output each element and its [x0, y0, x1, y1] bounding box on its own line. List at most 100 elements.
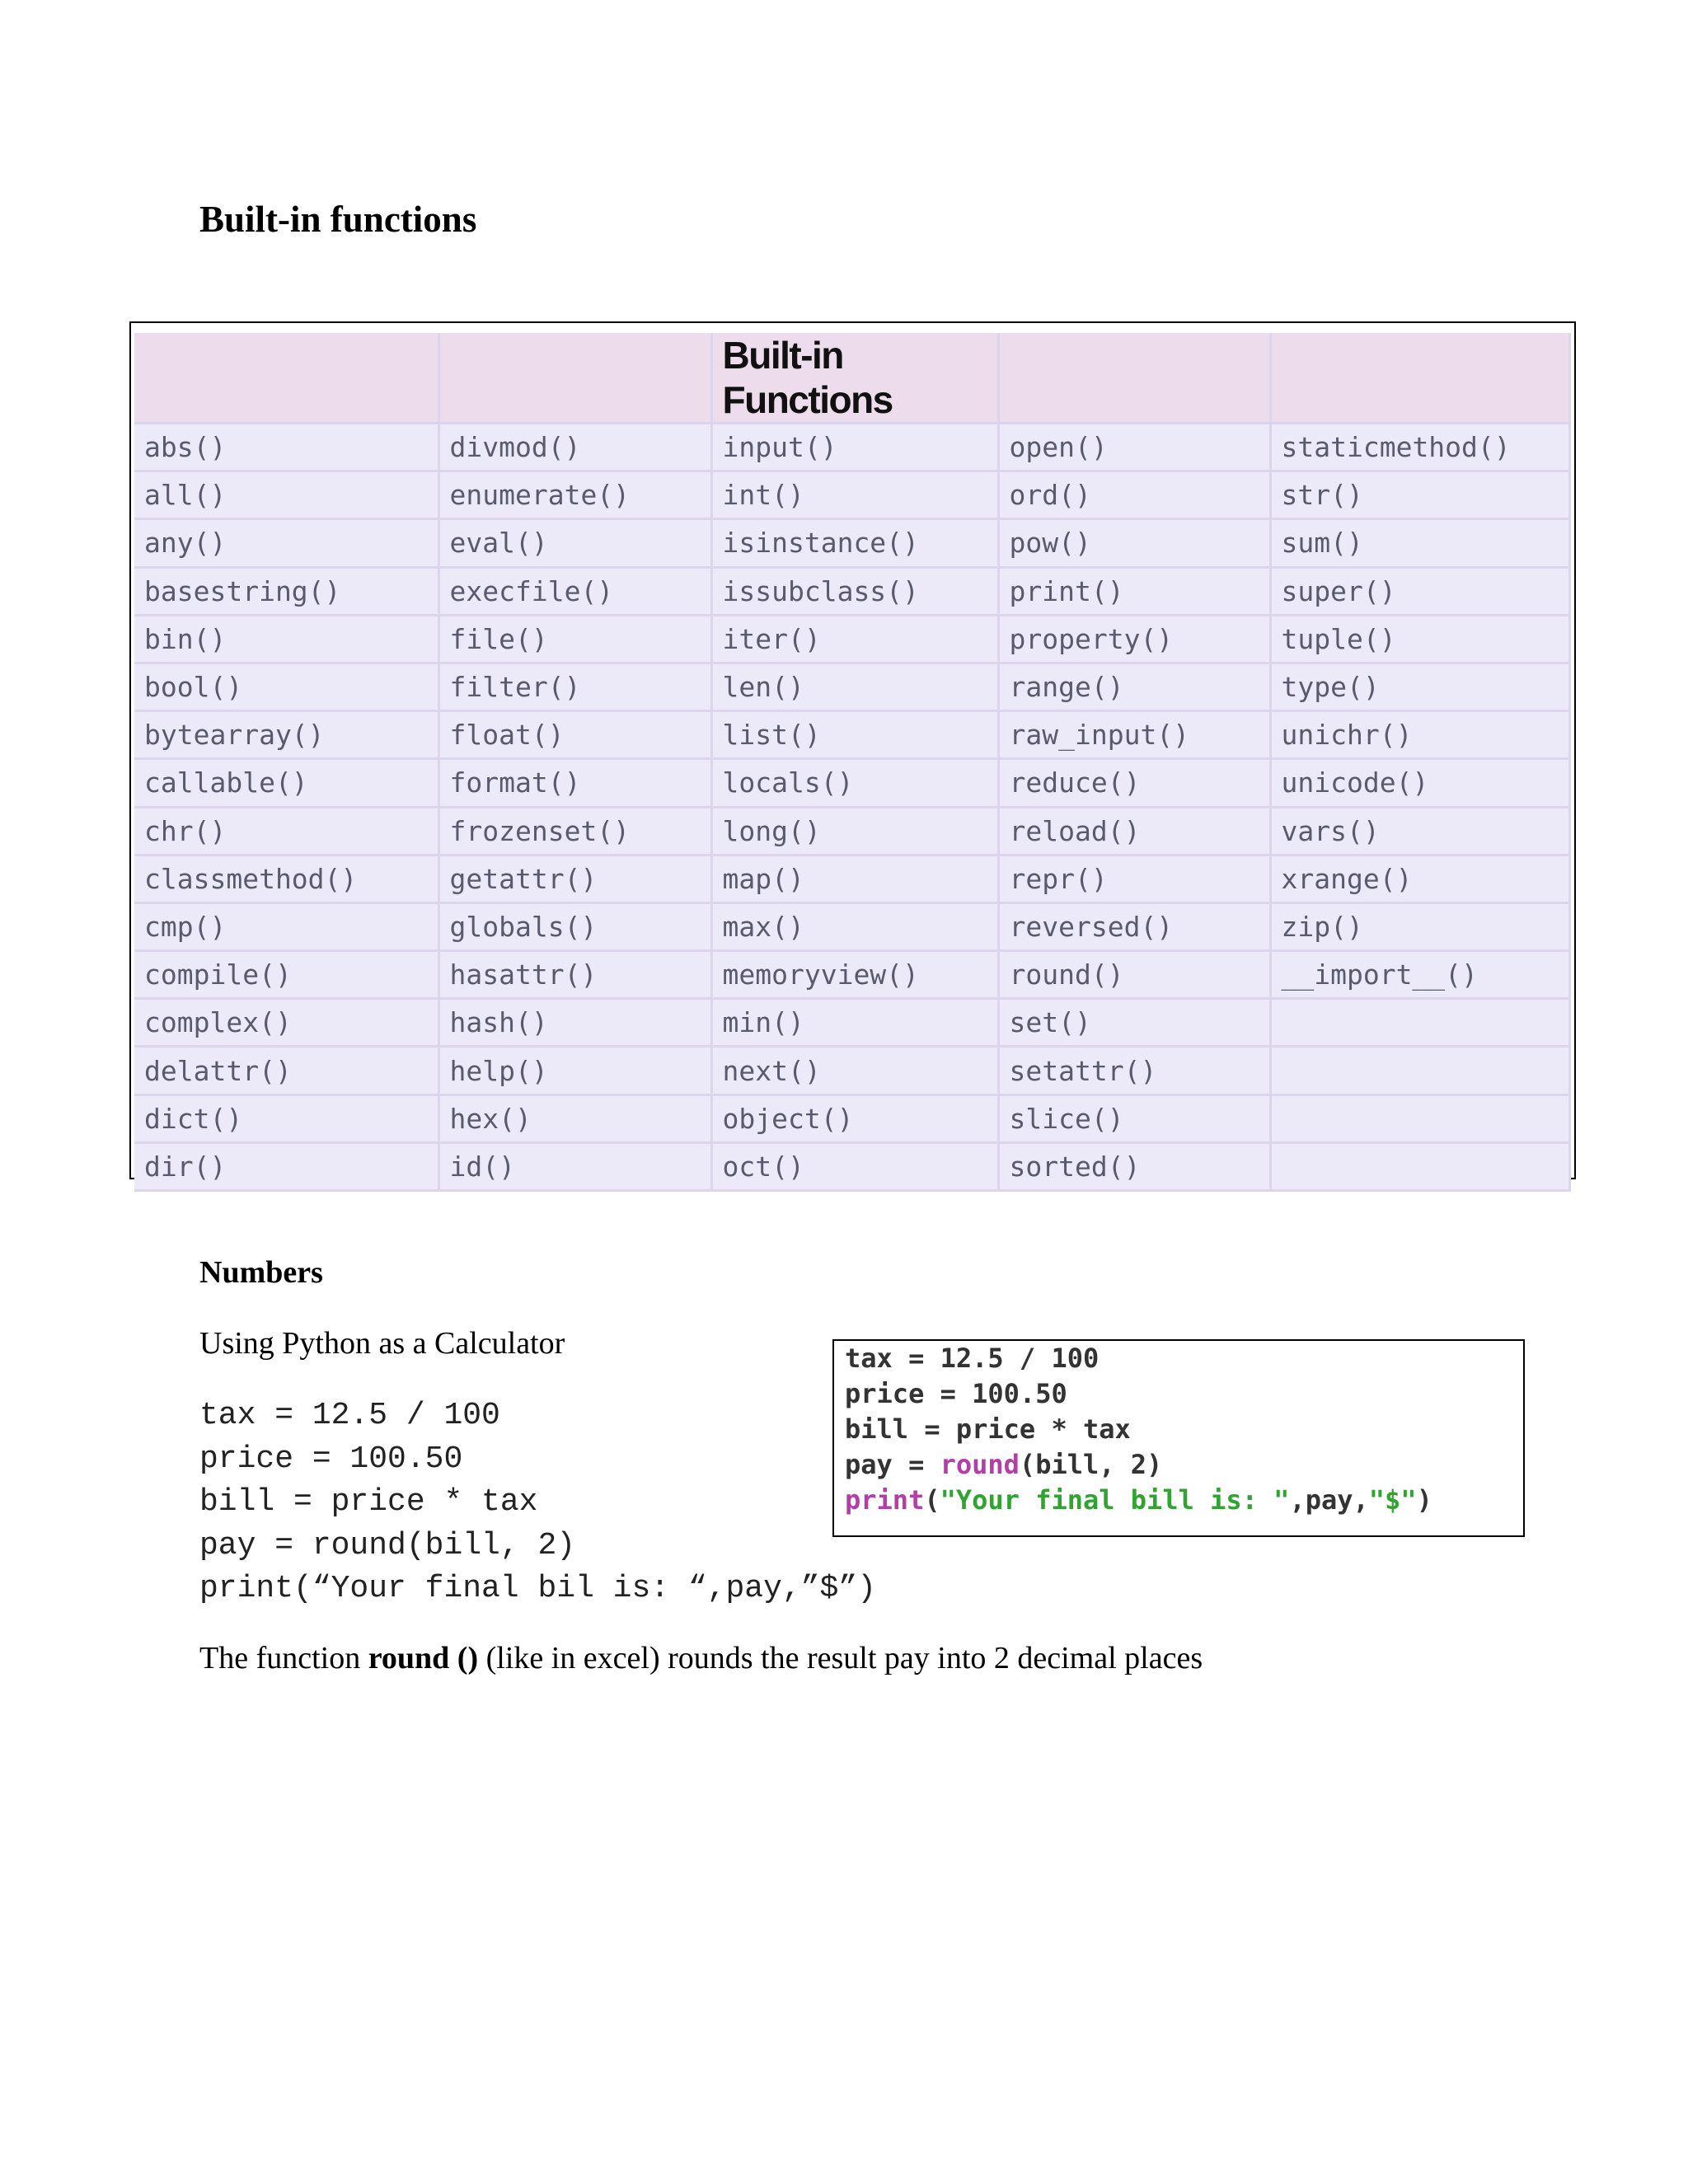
table-cell: reduce() — [998, 758, 1272, 808]
table-header-cell — [134, 333, 440, 424]
table-cell: file() — [438, 615, 713, 664]
table-cell: divmod() — [438, 423, 713, 473]
table-cell: oct() — [711, 1142, 1000, 1193]
table-row: callable() format() locals() reduce() unicod… — [134, 758, 1571, 808]
table-cell: range() — [998, 663, 1272, 713]
table-cell: xrange() — [1270, 855, 1571, 904]
table-cell: repr() — [998, 855, 1272, 904]
table-cell: slice() — [998, 1094, 1272, 1144]
table-row: cmp() globals() max() reversed() zip() — [134, 902, 1571, 953]
table-cell: unichr() — [1270, 710, 1571, 761]
table-cell: tuple() — [1270, 615, 1571, 664]
section-heading-builtin-functions: Built-in functions — [199, 199, 477, 240]
table-cell: enumerate() — [438, 471, 713, 521]
code-keyword: round — [940, 1449, 1020, 1480]
table-row: complex() hash() min() set() — [134, 998, 1571, 1048]
calculator-subtitle: Using Python as a Calculator — [199, 1326, 565, 1361]
table-cell: zip() — [1270, 902, 1571, 953]
table-cell: reload() — [998, 807, 1272, 856]
code-example: tax = 12.5 / 100 price = 100.50 bill = pri… — [199, 1394, 876, 1611]
table-cell: locals() — [711, 758, 1000, 808]
table-cell: unicode() — [1270, 758, 1571, 808]
table-cell: str() — [1270, 471, 1571, 521]
section-heading-numbers: Numbers — [199, 1255, 323, 1290]
table-row: basestring() execfile() issubclass() print(… — [134, 567, 1571, 616]
table-cell — [1270, 1094, 1571, 1144]
table-cell: delattr() — [134, 1046, 440, 1096]
table-header-row: Built-in Functions — [134, 333, 1571, 424]
table-cell: frozenset() — [438, 807, 713, 856]
table-cell: print() — [998, 567, 1272, 616]
code-line: tax = 12.5 / 100 — [199, 1398, 500, 1433]
code-keyword: print — [845, 1484, 925, 1516]
table-cell: bool() — [134, 663, 440, 713]
code-line: pay = round(bill, 2) — [199, 1527, 576, 1563]
table-cell: float() — [438, 710, 713, 761]
table-cell: bytearray() — [134, 710, 440, 761]
table-cell: reversed() — [998, 902, 1272, 953]
table-cell: globals() — [438, 902, 713, 953]
table-cell: bin() — [134, 615, 440, 664]
code-text: (bill, 2) — [1019, 1449, 1163, 1480]
table-cell: staticmethod() — [1270, 423, 1571, 473]
code-line: bill = price * tax — [199, 1484, 538, 1520]
table-row: bool() filter() len() range() type() — [134, 663, 1571, 713]
table-row: all() enumerate() int() ord() str() — [134, 471, 1571, 521]
code-line: print(“Your final bil is: “,pay,”$”) — [199, 1571, 876, 1606]
table-cell: setattr() — [998, 1046, 1272, 1096]
table-cell: hex() — [438, 1094, 713, 1144]
table-row: delattr() help() next() setattr() — [134, 1046, 1571, 1096]
table-cell: len() — [711, 663, 1000, 713]
table-cell: pow() — [998, 518, 1272, 569]
table-cell: help() — [438, 1046, 713, 1096]
table-cell: long() — [711, 807, 1000, 856]
table-cell: iter() — [711, 615, 1000, 664]
table-cell: int() — [711, 471, 1000, 521]
code-string: "Your final bill is: " — [940, 1484, 1290, 1516]
table-row: dir() id() oct() sorted() — [134, 1142, 1571, 1193]
table-row: abs() divmod() input() open() staticmethod() — [134, 423, 1571, 473]
round-function-note: The function round () (like in excel) ro… — [199, 1640, 1203, 1676]
table-cell: type() — [1270, 663, 1571, 713]
code-screenshot-line: print("Your final bill is: ",pay,"$") — [845, 1484, 1432, 1516]
table-cell: raw_input() — [998, 710, 1272, 761]
table-cell: round() — [998, 950, 1272, 1001]
table-title: Built-in Functions — [711, 333, 1000, 424]
table-cell: super() — [1270, 567, 1571, 616]
table-cell: callable() — [134, 758, 440, 808]
code-screenshot-line: bill = price * tax — [845, 1413, 1131, 1445]
note-bold-function: round () — [368, 1641, 479, 1675]
code-screenshot-line: price = 100.50 — [845, 1378, 1067, 1409]
table-cell: isinstance() — [711, 518, 1000, 569]
table-cell: basestring() — [134, 567, 440, 616]
table-cell: next() — [711, 1046, 1000, 1096]
table-cell: id() — [438, 1142, 713, 1193]
table-cell — [1270, 1046, 1571, 1096]
table-cell: chr() — [134, 807, 440, 856]
table-row: classmethod() getattr() map() repr() xrange(… — [134, 855, 1571, 904]
table-cell: complex() — [134, 998, 440, 1048]
table-cell: any() — [134, 518, 440, 569]
code-text: ) — [1416, 1484, 1432, 1516]
table-cell: object() — [711, 1094, 1000, 1144]
table-row: bin() file() iter() property() tuple() — [134, 615, 1571, 664]
note-text: The function — [199, 1641, 368, 1675]
table-row: any() eval() isinstance() pow() sum() — [134, 518, 1571, 569]
table-cell: sorted() — [998, 1142, 1272, 1193]
table-cell: property() — [998, 615, 1272, 664]
table-cell — [1270, 1142, 1571, 1193]
table-cell: abs() — [134, 423, 440, 473]
table-cell: sum() — [1270, 518, 1571, 569]
table-header-cell — [438, 333, 713, 424]
table-header-cell — [998, 333, 1272, 424]
table-cell: hash() — [438, 998, 713, 1048]
note-text: (like in excel) rounds the result pay in… — [478, 1641, 1203, 1675]
table-cell: hasattr() — [438, 950, 713, 1001]
code-screenshot-line: tax = 12.5 / 100 — [845, 1343, 1100, 1374]
table-cell: all() — [134, 471, 440, 521]
table-cell: classmethod() — [134, 855, 440, 904]
table-row: compile() hasattr() memoryview() round() __i… — [134, 950, 1571, 1001]
table-cell: format() — [438, 758, 713, 808]
table-cell: memoryview() — [711, 950, 1000, 1001]
table-cell: cmp() — [134, 902, 440, 953]
